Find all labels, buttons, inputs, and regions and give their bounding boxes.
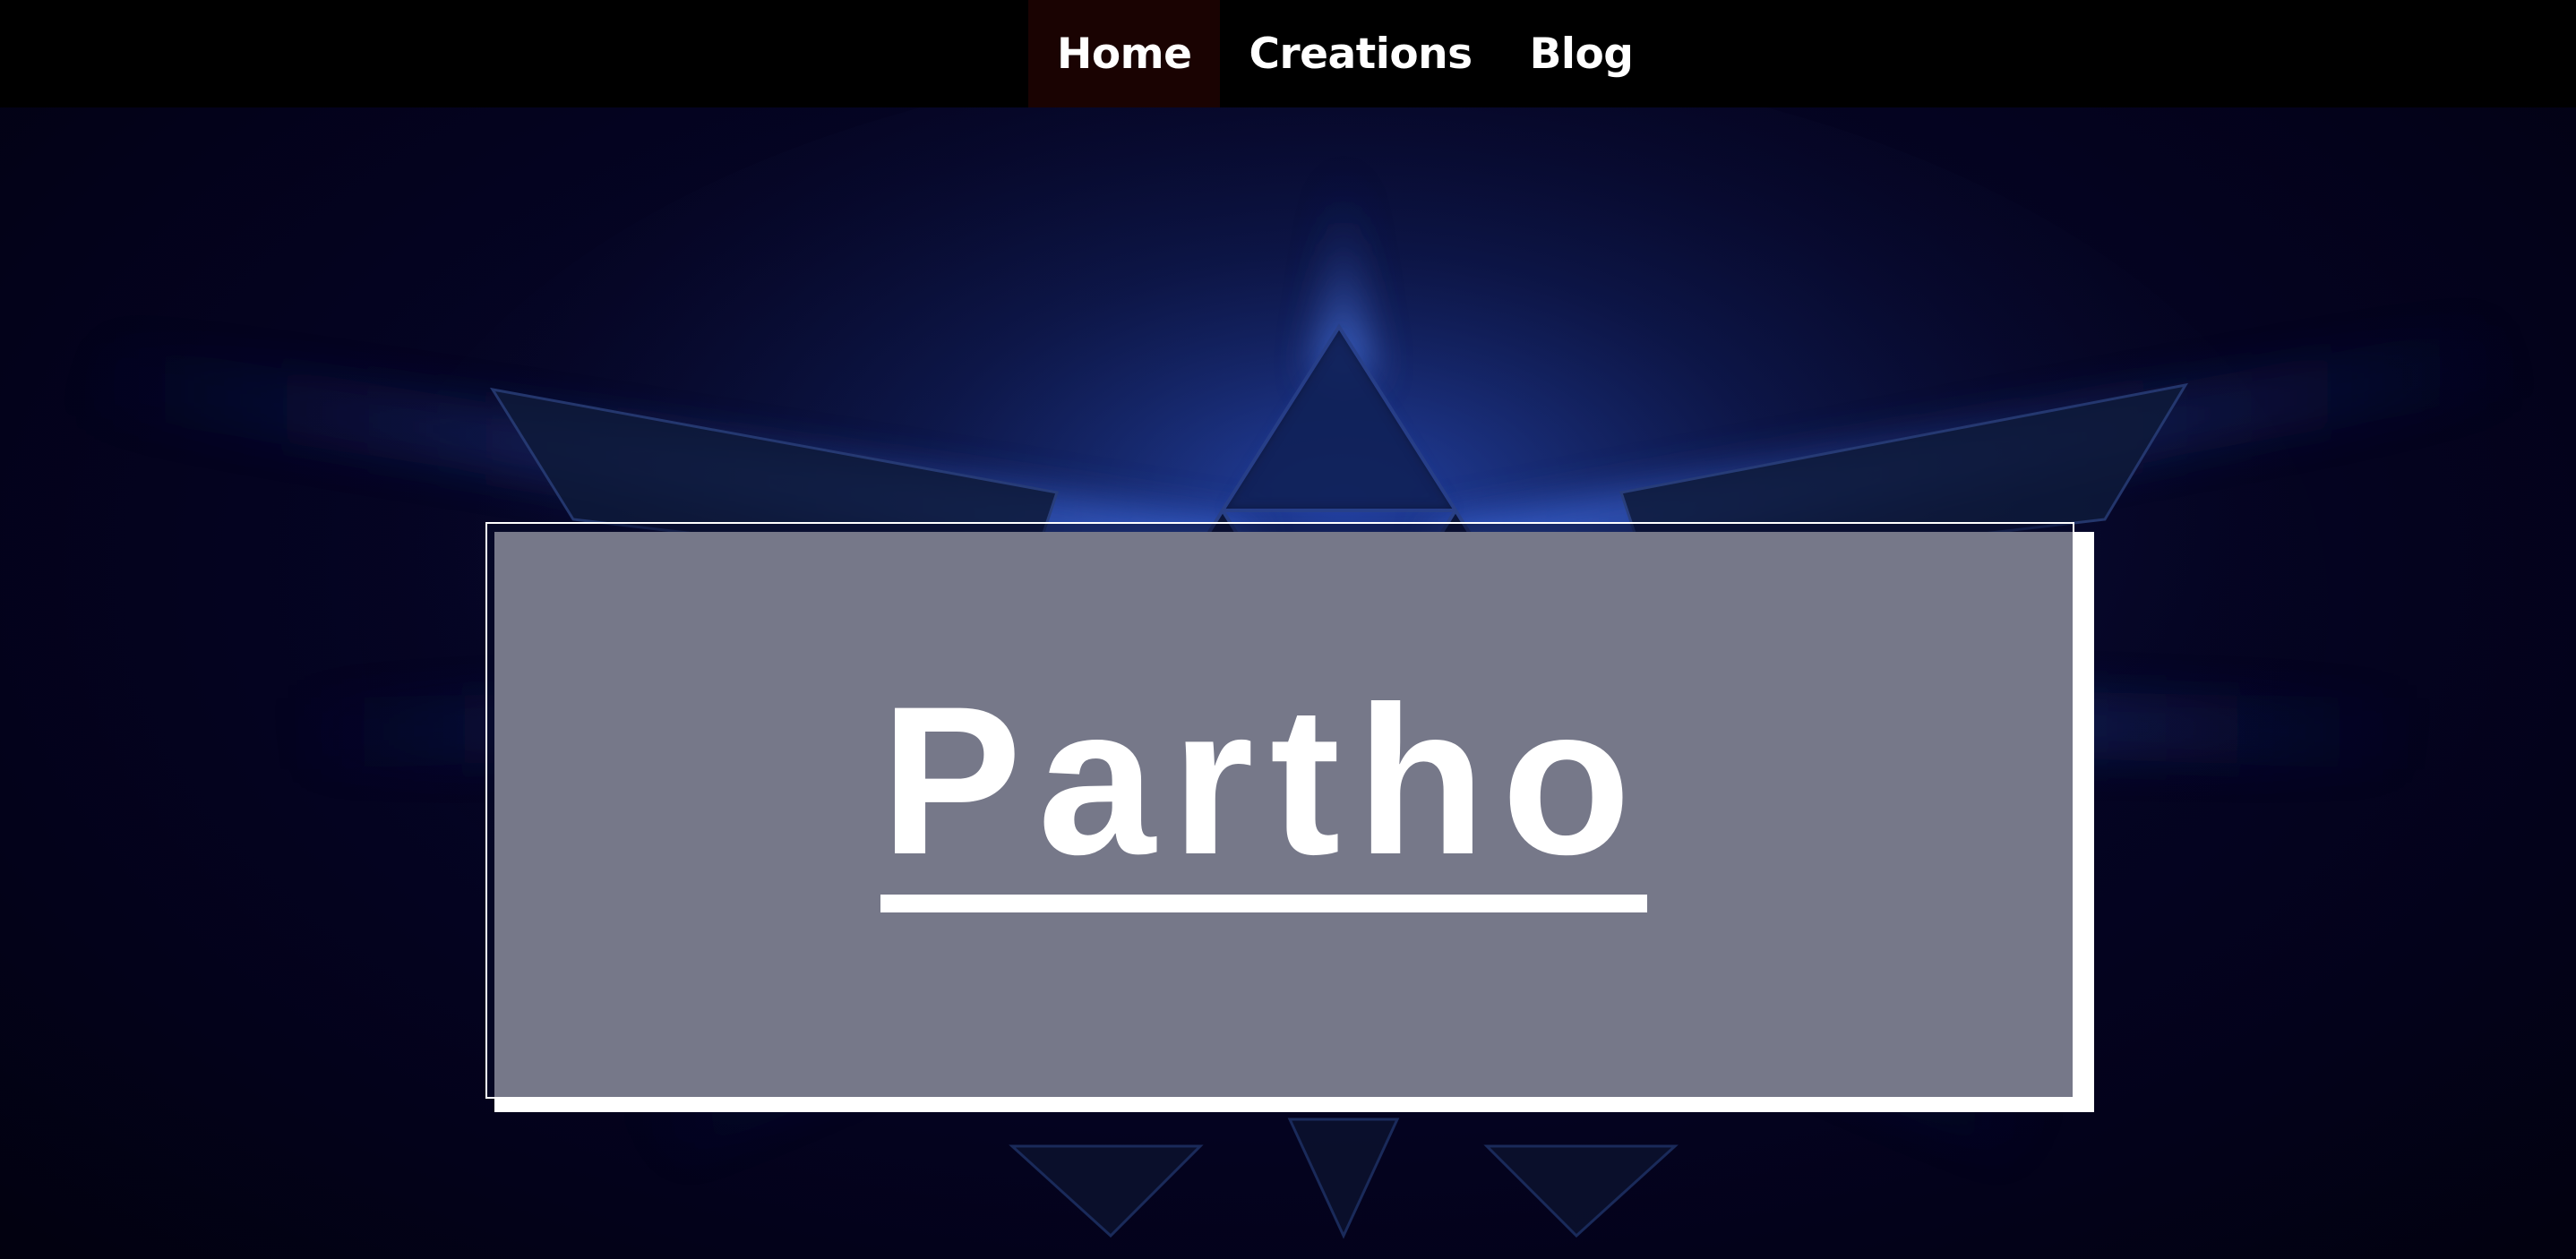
page: Home Creations Blog Partho: [0, 0, 2576, 1259]
title-wrapper: Partho: [487, 524, 2073, 1097]
nav-link-home[interactable]: Home: [1028, 0, 1221, 107]
nav-link-creations[interactable]: Creations: [1220, 0, 1500, 107]
hero-section: Partho: [0, 107, 2576, 1259]
top-navigation-bar: Home Creations Blog: [0, 0, 2576, 107]
site-title: Partho: [880, 675, 1647, 912]
nav-links: Home Creations Blog: [1028, 0, 1662, 107]
nav-link-blog[interactable]: Blog: [1501, 0, 1662, 107]
title-card: Partho: [485, 522, 2074, 1099]
